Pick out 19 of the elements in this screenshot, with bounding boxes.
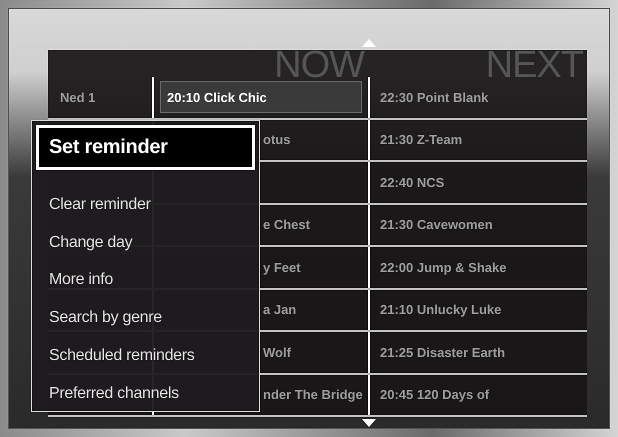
menu-item[interactable]: Scheduled reminders (36, 345, 255, 368)
program-cell[interactable]: 20:10 Click Chic (160, 81, 362, 114)
channel-name: Ned 1 (60, 90, 96, 105)
scroll-up-icon (362, 39, 376, 47)
program-title[interactable]: 21:25 Disaster Earth (380, 344, 506, 360)
program-title[interactable]: 21:30 Cavewomen (380, 217, 493, 232)
program-title[interactable]: 22:00 Jump & Shake (380, 260, 506, 275)
program-title[interactable]: 22:30 Point Blank (380, 90, 488, 105)
program-title[interactable]: 22:40 NCS (380, 174, 444, 190)
menu-item[interactable]: Search by genre (36, 307, 255, 330)
menu-item[interactable]: Preferred channels (36, 382, 255, 405)
menu-item[interactable]: Clear reminder (36, 194, 255, 216)
program-title[interactable]: 21:10 Unlucky Luke (380, 302, 502, 318)
menu-item[interactable]: More info (36, 269, 255, 292)
scroll-down-icon (362, 419, 376, 427)
program-title[interactable]: 21:30 Z-Team (380, 132, 462, 148)
menu-item[interactable]: Change day (36, 232, 255, 254)
menu-item[interactable]: Set reminder (36, 125, 255, 170)
program-title[interactable]: 20:45 120 Days of (380, 387, 490, 402)
